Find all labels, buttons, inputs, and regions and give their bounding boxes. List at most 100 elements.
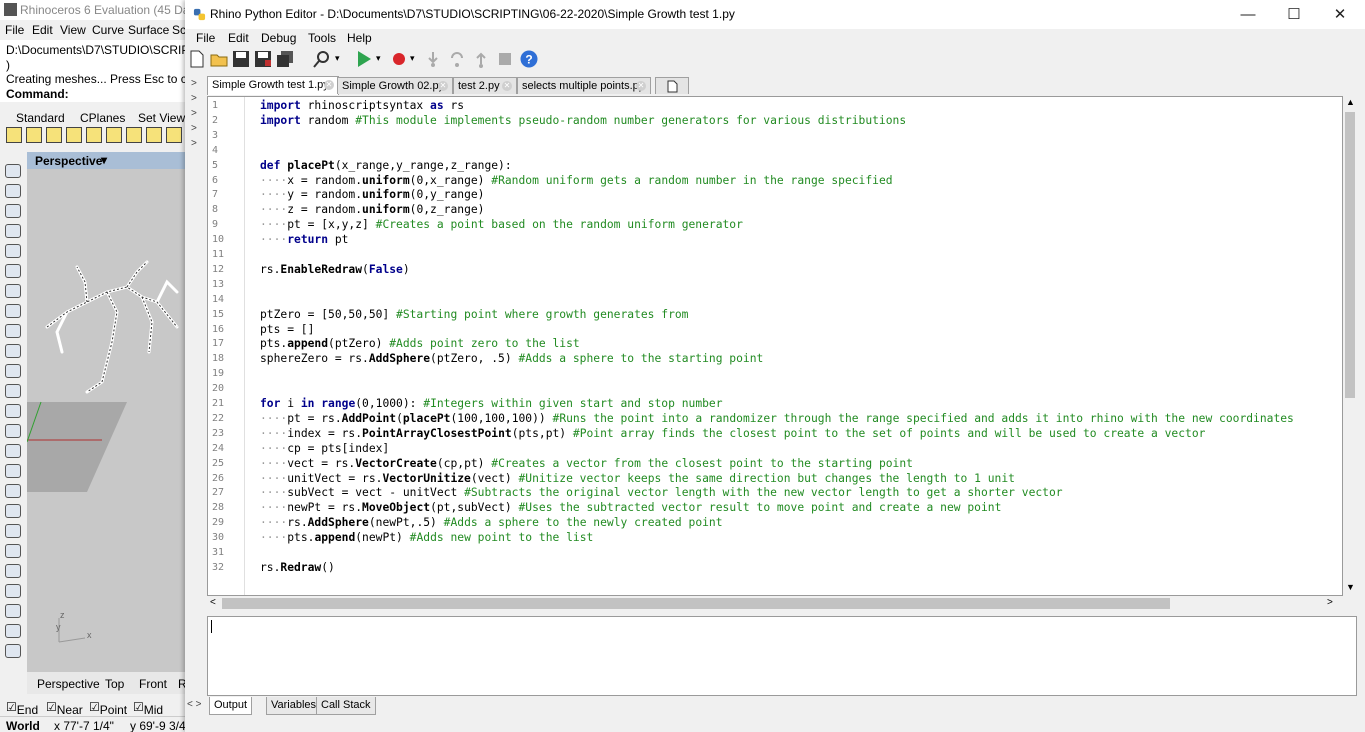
polygon-icon[interactable] [5,284,21,298]
tool-icon[interactable] [86,127,102,143]
command-prompt[interactable]: Command: [6,87,69,101]
step-out-icon[interactable] [472,50,490,68]
close-icon[interactable]: ✕ [636,81,646,91]
rhino-menu-surface[interactable]: Surface [128,23,169,37]
code-line[interactable]: pts.append(ptZero) #Adds point zero to t… [260,337,580,350]
viewport-tab-front[interactable]: Front [139,677,167,691]
tab-selects-multiple-points[interactable]: selects multiple points.py ✕ [517,77,651,94]
chevron-right-icon[interactable]: > [191,93,197,104]
tool-icon[interactable] [66,127,82,143]
tool-icon[interactable] [166,127,182,143]
code-line[interactable]: ptZero = [50,50,50] #Starting point wher… [260,308,689,321]
group-icon[interactable] [5,584,21,598]
tab-variables[interactable]: Variables [266,697,322,715]
horizontal-scrollbar[interactable]: < > [207,596,1343,611]
rectangle-icon[interactable] [5,304,21,318]
tab-call-stack[interactable]: Call Stack [316,697,376,715]
tool-icon[interactable] [126,127,142,143]
collapsed-side-panel[interactable]: > > > > > < > [185,75,205,710]
minimize-button[interactable]: — [1225,0,1271,29]
osnap-mid[interactable]: ☑ Mid [133,700,163,717]
code-line[interactable]: ····pts.append(newPt) #Adds new point to… [260,531,593,544]
cylinder-icon[interactable] [5,444,21,458]
run-icon[interactable] [355,50,373,68]
code-line[interactable]: ····subVect = vect - unitVect #Subtracts… [260,486,1063,499]
mesh-icon[interactable] [5,464,21,478]
ellipse-icon[interactable] [5,264,21,278]
tab-test-2[interactable]: test 2.py ✕ [453,77,517,94]
viewport-title[interactable]: Perspective ▾ [27,152,185,169]
chevron-right-icon[interactable]: > [191,123,197,134]
close-icon[interactable]: ✕ [438,81,448,91]
surface-icon[interactable] [5,364,21,378]
polyline-icon[interactable] [5,224,21,238]
osnap-point[interactable]: ☑ Point [89,700,127,717]
search-icon[interactable] [313,50,331,68]
tab-output[interactable]: Output [209,697,253,715]
chevron-right-icon[interactable]: > [191,138,197,149]
code-line[interactable]: ····pt = [x,y,z] #Creates a point based … [260,218,743,231]
code-line[interactable]: ····index = rs.PointArrayClosestPoint(pt… [260,427,1205,440]
tab-simple-growth-test-1[interactable]: Simple Growth test 1.py ✕ [207,76,339,95]
open-folder-icon[interactable] [210,50,228,68]
code-editor[interactable]: 1 2 3 4 5 6 7 8 9 10 11 12 13 14 15 16 17 18 19 20 21 22 23 24 2… [207,96,1343,596]
maximize-button[interactable]: ☐ [1271,0,1317,29]
tool-icon[interactable] [146,127,162,143]
code-line[interactable]: pts = [] [260,323,314,336]
boolean-icon[interactable] [5,484,21,498]
new-file-icon[interactable] [188,50,206,68]
circle-icon[interactable] [5,244,21,258]
save-icon[interactable] [232,50,250,68]
close-button[interactable]: ✕ [1317,0,1363,29]
code-line[interactable]: ····z = random.uniform(0,z_range) [260,203,484,216]
code-line[interactable]: ····y = random.uniform(0,y_range) [260,188,484,201]
move-icon[interactable] [5,524,21,538]
rhino-menu-more[interactable]: Sc [172,23,185,37]
tab-simple-growth-02[interactable]: Simple Growth 02.py ✕ [337,77,453,94]
point-icon[interactable] [5,184,21,198]
code-line[interactable]: import rhinoscriptsyntax as rs [260,99,464,112]
menu-debug[interactable]: Debug [261,31,296,45]
chevron-down-icon[interactable]: ▾ [410,53,415,64]
step-into-icon[interactable] [424,50,442,68]
breakpoint-icon[interactable] [390,50,408,68]
code-line[interactable]: rs.Redraw() [260,561,335,574]
code-line[interactable]: def placePt(x_range,y_range,z_range): [260,159,512,172]
rhino-menu-view[interactable]: View [60,23,86,37]
join-icon[interactable] [5,604,21,618]
viewport-tab-right[interactable]: R [178,677,185,691]
code-line[interactable]: ····pt = rs.AddPoint(placePt(100,100,100… [260,412,1294,425]
rhino-menu-file[interactable]: File [5,23,24,37]
code-line[interactable]: ····cp = pts[index] [260,442,389,455]
code-line[interactable]: ····newPt = rs.MoveObject(pt,subVect) #U… [260,501,1001,514]
code-line[interactable]: ····x = random.uniform(0,x_range) #Rando… [260,174,893,187]
chevron-down-icon[interactable]: ▾ [335,53,340,64]
tool-icon[interactable] [6,127,22,143]
close-icon[interactable]: ✕ [324,80,334,90]
chevron-right-icon[interactable]: > [191,108,197,119]
chevron-right-icon[interactable]: > [191,78,197,89]
scroll-left-icon[interactable]: < [210,597,216,608]
code-line[interactable]: import random #This module implements ps… [260,114,906,127]
code-line[interactable]: for i in range(0,1000): #Integers within… [260,397,723,410]
tool-icon[interactable] [46,127,62,143]
code-line[interactable]: ····return pt [260,233,348,246]
code-line[interactable]: sphereZero = rs.AddSphere(ptZero, .5) #A… [260,352,763,365]
code-line[interactable]: ····unitVect = rs.VectorUnitize(vect) #U… [260,472,1015,485]
select-icon[interactable] [5,164,21,178]
toolbar-tab-standard[interactable]: Standard [16,111,65,125]
vertical-scrollbar[interactable]: ▲ ▼ [1343,96,1357,596]
tool-icon[interactable] [26,127,42,143]
status-world[interactable]: World [6,719,40,732]
viewport-tab-top[interactable]: Top [105,677,124,691]
sphere-icon[interactable] [5,424,21,438]
scroll-down-icon[interactable]: ▼ [1346,582,1355,592]
trim-icon[interactable] [5,624,21,638]
menu-help[interactable]: Help [347,31,372,45]
osnap-near[interactable]: ☑ Near [46,700,83,717]
perspective-viewport[interactable]: z y x [27,152,185,672]
osnap-end[interactable]: ☑ End [6,700,38,717]
help-icon[interactable]: ? [520,50,538,68]
horizontal-scroll-thumb[interactable] [222,598,1170,609]
rhino-menu-edit[interactable]: Edit [32,23,53,37]
